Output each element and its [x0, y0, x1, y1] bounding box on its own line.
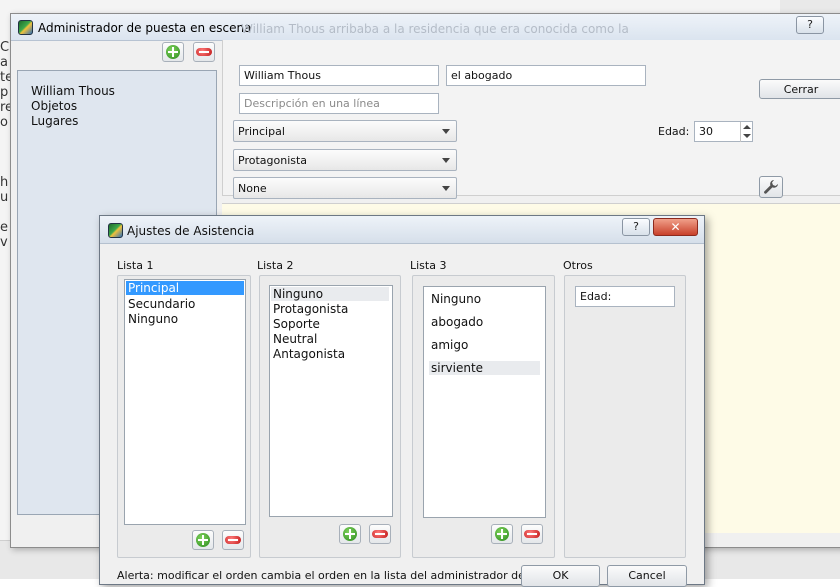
manager-titlebar[interactable]: Administrador de puesta en escena Willia…: [11, 14, 840, 41]
app-logo-icon: [18, 20, 33, 35]
age-spinbox[interactable]: 30: [694, 121, 753, 142]
list-item[interactable]: Antagonista: [273, 347, 345, 361]
list-item[interactable]: Secundario: [128, 297, 195, 311]
close-icon[interactable]: ✕: [653, 218, 698, 236]
name-field[interactable]: William Thous: [239, 65, 439, 86]
age-value: 30: [699, 125, 713, 138]
minus-icon: [372, 530, 388, 538]
list3-box[interactable]: Ninguno abogado amigo sirviente: [423, 286, 546, 518]
list2-add-button[interactable]: [339, 524, 361, 544]
list2-group: Ninguno Protagonista Soporte Neutral Ant…: [259, 275, 401, 558]
others-field[interactable]: Edad:: [575, 286, 675, 307]
plus-icon: [495, 527, 509, 541]
chevron-down-icon: [442, 158, 450, 163]
minus-icon: [524, 530, 540, 538]
help-button[interactable]: ?: [622, 218, 650, 236]
ok-button[interactable]: OK: [521, 565, 600, 587]
list-item[interactable]: Ninguno: [431, 292, 481, 306]
close-button[interactable]: Cerrar: [759, 79, 840, 99]
chevron-down-icon: [442, 186, 450, 191]
background-ghost-text: William Thous arribaba a la residencia q…: [241, 22, 629, 36]
plus-icon: [196, 533, 210, 547]
list-item[interactable]: abogado: [431, 315, 483, 329]
chevron-down-icon: [442, 129, 450, 134]
plus-icon: [343, 527, 357, 541]
others-group: Edad:: [564, 275, 686, 558]
minus-icon: [225, 536, 241, 544]
spin-up-icon[interactable]: [740, 122, 752, 132]
list1-add-button[interactable]: [192, 530, 214, 550]
manager-title: Administrador de puesta en escena: [38, 21, 252, 35]
role-select-3-value: None: [238, 182, 267, 195]
alert-message: Alerta: modificar el orden cambia el ord…: [117, 569, 584, 582]
role-select-2[interactable]: Protagonista: [233, 149, 457, 171]
list-item[interactable]: Objetos: [31, 99, 77, 113]
help-button[interactable]: ?: [796, 16, 824, 34]
cancel-button[interactable]: Cancel: [607, 565, 687, 587]
minus-icon: [196, 48, 212, 56]
remove-item-button[interactable]: [193, 42, 215, 62]
list3-label: Lista 3: [410, 259, 447, 272]
list-item[interactable]: amigo: [431, 338, 468, 352]
list-item[interactable]: Protagonista: [273, 302, 348, 316]
assistance-settings-dialog: Ajustes de Asistencia ? ✕ Lista 1 Lista …: [99, 215, 705, 587]
list1-box[interactable]: Principal Secundario Ninguno: [124, 279, 246, 525]
list1-label: Lista 1: [117, 259, 154, 272]
alias-field[interactable]: el abogado: [446, 65, 646, 86]
list-item[interactable]: William Thous: [31, 84, 115, 98]
list2-label: Lista 2: [257, 259, 294, 272]
list-item[interactable]: Lugares: [31, 114, 78, 128]
plus-icon: [166, 45, 180, 59]
list-item[interactable]: Soporte: [273, 317, 320, 331]
list3-group: Ninguno abogado amigo sirviente: [412, 275, 555, 558]
dialog-title: Ajustes de Asistencia: [127, 224, 255, 238]
role-select-1-value: Principal: [238, 125, 285, 138]
list3-remove-button[interactable]: [521, 524, 543, 544]
list-item[interactable]: sirviente: [429, 361, 540, 375]
settings-button[interactable]: [759, 176, 783, 198]
list-item[interactable]: Ninguno: [128, 312, 178, 326]
list1-group: Principal Secundario Ninguno: [117, 275, 251, 558]
list3-add-button[interactable]: [491, 524, 513, 544]
age-label: Edad:: [658, 125, 690, 138]
list-item[interactable]: Ninguno: [271, 287, 389, 301]
app-logo-icon: [108, 223, 123, 238]
role-select-2-value: Protagonista: [238, 154, 308, 167]
others-label: Otros: [563, 259, 593, 272]
dialog-titlebar[interactable]: Ajustes de Asistencia ? ✕: [100, 216, 704, 244]
spin-down-icon[interactable]: [740, 132, 752, 142]
role-select-3[interactable]: None: [233, 177, 457, 199]
list-item[interactable]: Neutral: [273, 332, 317, 346]
wrench-icon: [764, 180, 778, 194]
role-select-1[interactable]: Principal: [233, 120, 457, 142]
list2-box[interactable]: Ninguno Protagonista Soporte Neutral Ant…: [269, 285, 393, 517]
list-item[interactable]: Principal: [126, 281, 244, 295]
description-field[interactable]: Descripción en una línea: [239, 93, 439, 114]
character-form-panel: [222, 40, 840, 196]
list2-remove-button[interactable]: [369, 524, 391, 544]
list1-remove-button[interactable]: [222, 530, 244, 550]
add-item-button[interactable]: [162, 42, 184, 62]
